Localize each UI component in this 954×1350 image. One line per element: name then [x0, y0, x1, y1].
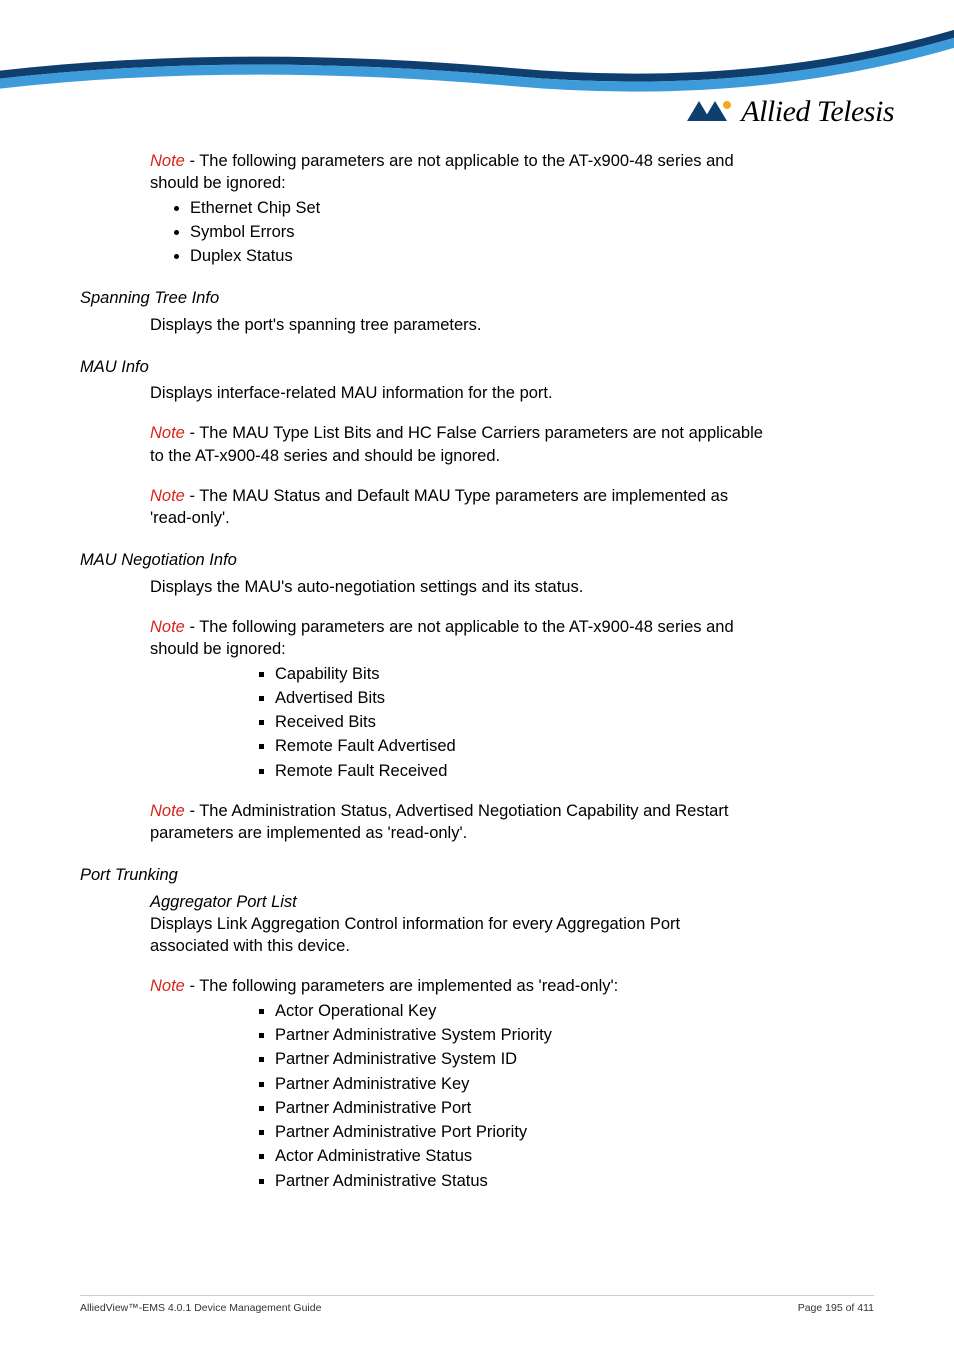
note-paragraph: Note - The Administration Status, Advert…	[150, 800, 874, 822]
list-item: Remote Fault Advertised	[275, 735, 874, 757]
brand-name: Allied Telesis	[741, 95, 894, 129]
body-text: Displays Link Aggregation Control inform…	[150, 913, 874, 935]
note-text: - The MAU Status and Default MAU Type pa…	[185, 487, 728, 505]
bullet-list: Ethernet Chip Set Symbol Errors Duplex S…	[80, 197, 874, 268]
body-text: associated with this device.	[150, 935, 874, 957]
body-text: Displays interface-related MAU informati…	[150, 382, 874, 404]
note-label: Note	[150, 152, 185, 170]
note-paragraph: Note - The MAU Status and Default MAU Ty…	[150, 485, 874, 507]
body-text: Displays the MAU's auto-negotiation sett…	[150, 576, 874, 598]
bullet-list: Actor Operational Key Partner Administra…	[80, 1000, 874, 1192]
note-paragraph: Note - The following parameters are not …	[150, 150, 874, 172]
section-heading-mau-info: MAU Info	[80, 356, 874, 378]
list-item: Ethernet Chip Set	[190, 197, 874, 219]
section-heading-port-trunking: Port Trunking	[80, 864, 874, 886]
note-text-line2: should be ignored:	[150, 638, 874, 660]
footer-page-number: Page 195 of 411	[798, 1302, 874, 1314]
list-item: Remote Fault Received	[275, 760, 874, 782]
list-item: Partner Administrative System Priority	[275, 1024, 874, 1046]
section-heading-mau-negotiation: MAU Negotiation Info	[80, 549, 874, 571]
note-paragraph: Note - The following parameters are impl…	[150, 975, 874, 997]
note-text-line2: 'read-only'.	[150, 507, 874, 529]
logo-mark-icon	[685, 97, 733, 127]
note-text-line2: should be ignored:	[150, 172, 874, 194]
note-paragraph: Note - The following parameters are not …	[150, 616, 874, 638]
note-text: - The following parameters are not appli…	[185, 152, 734, 170]
list-item: Partner Administrative Status	[275, 1170, 874, 1192]
brand-logo: Allied Telesis	[685, 95, 894, 129]
note-label: Note	[150, 487, 185, 505]
list-item: Actor Administrative Status	[275, 1145, 874, 1167]
note-paragraph: Note - The MAU Type List Bits and HC Fal…	[150, 422, 874, 444]
list-item: Actor Operational Key	[275, 1000, 874, 1022]
note-text: - The following parameters are not appli…	[185, 618, 734, 636]
list-item: Received Bits	[275, 711, 874, 733]
section-heading-spanning-tree: Spanning Tree Info	[80, 287, 874, 309]
note-text: - The following parameters are implement…	[185, 977, 618, 995]
list-item: Advertised Bits	[275, 687, 874, 709]
note-label: Note	[150, 618, 185, 636]
list-item: Partner Administrative Key	[275, 1073, 874, 1095]
footer-doc-title: AlliedView™-EMS 4.0.1 Device Management …	[80, 1302, 321, 1314]
list-item: Symbol Errors	[190, 221, 874, 243]
note-text: - The MAU Type List Bits and HC False Ca…	[185, 424, 763, 442]
note-text-line2: to the AT-x900-48 series and should be i…	[150, 445, 874, 467]
list-item: Partner Administrative Port Priority	[275, 1121, 874, 1143]
note-label: Note	[150, 802, 185, 820]
list-item: Capability Bits	[275, 663, 874, 685]
list-item: Partner Administrative Port	[275, 1097, 874, 1119]
page-content: Note - The following parameters are not …	[80, 150, 874, 1194]
subheading-aggregator-port-list: Aggregator Port List	[150, 891, 874, 913]
note-text: - The Administration Status, Advertised …	[185, 802, 729, 820]
list-item: Partner Administrative System ID	[275, 1048, 874, 1070]
page-footer: AlliedView™-EMS 4.0.1 Device Management …	[80, 1295, 874, 1314]
note-text-line2: parameters are implemented as 'read-only…	[150, 822, 874, 844]
list-item: Duplex Status	[190, 245, 874, 267]
bullet-list: Capability Bits Advertised Bits Received…	[80, 663, 874, 782]
body-text: Displays the port's spanning tree parame…	[150, 314, 874, 336]
note-label: Note	[150, 424, 185, 442]
note-label: Note	[150, 977, 185, 995]
